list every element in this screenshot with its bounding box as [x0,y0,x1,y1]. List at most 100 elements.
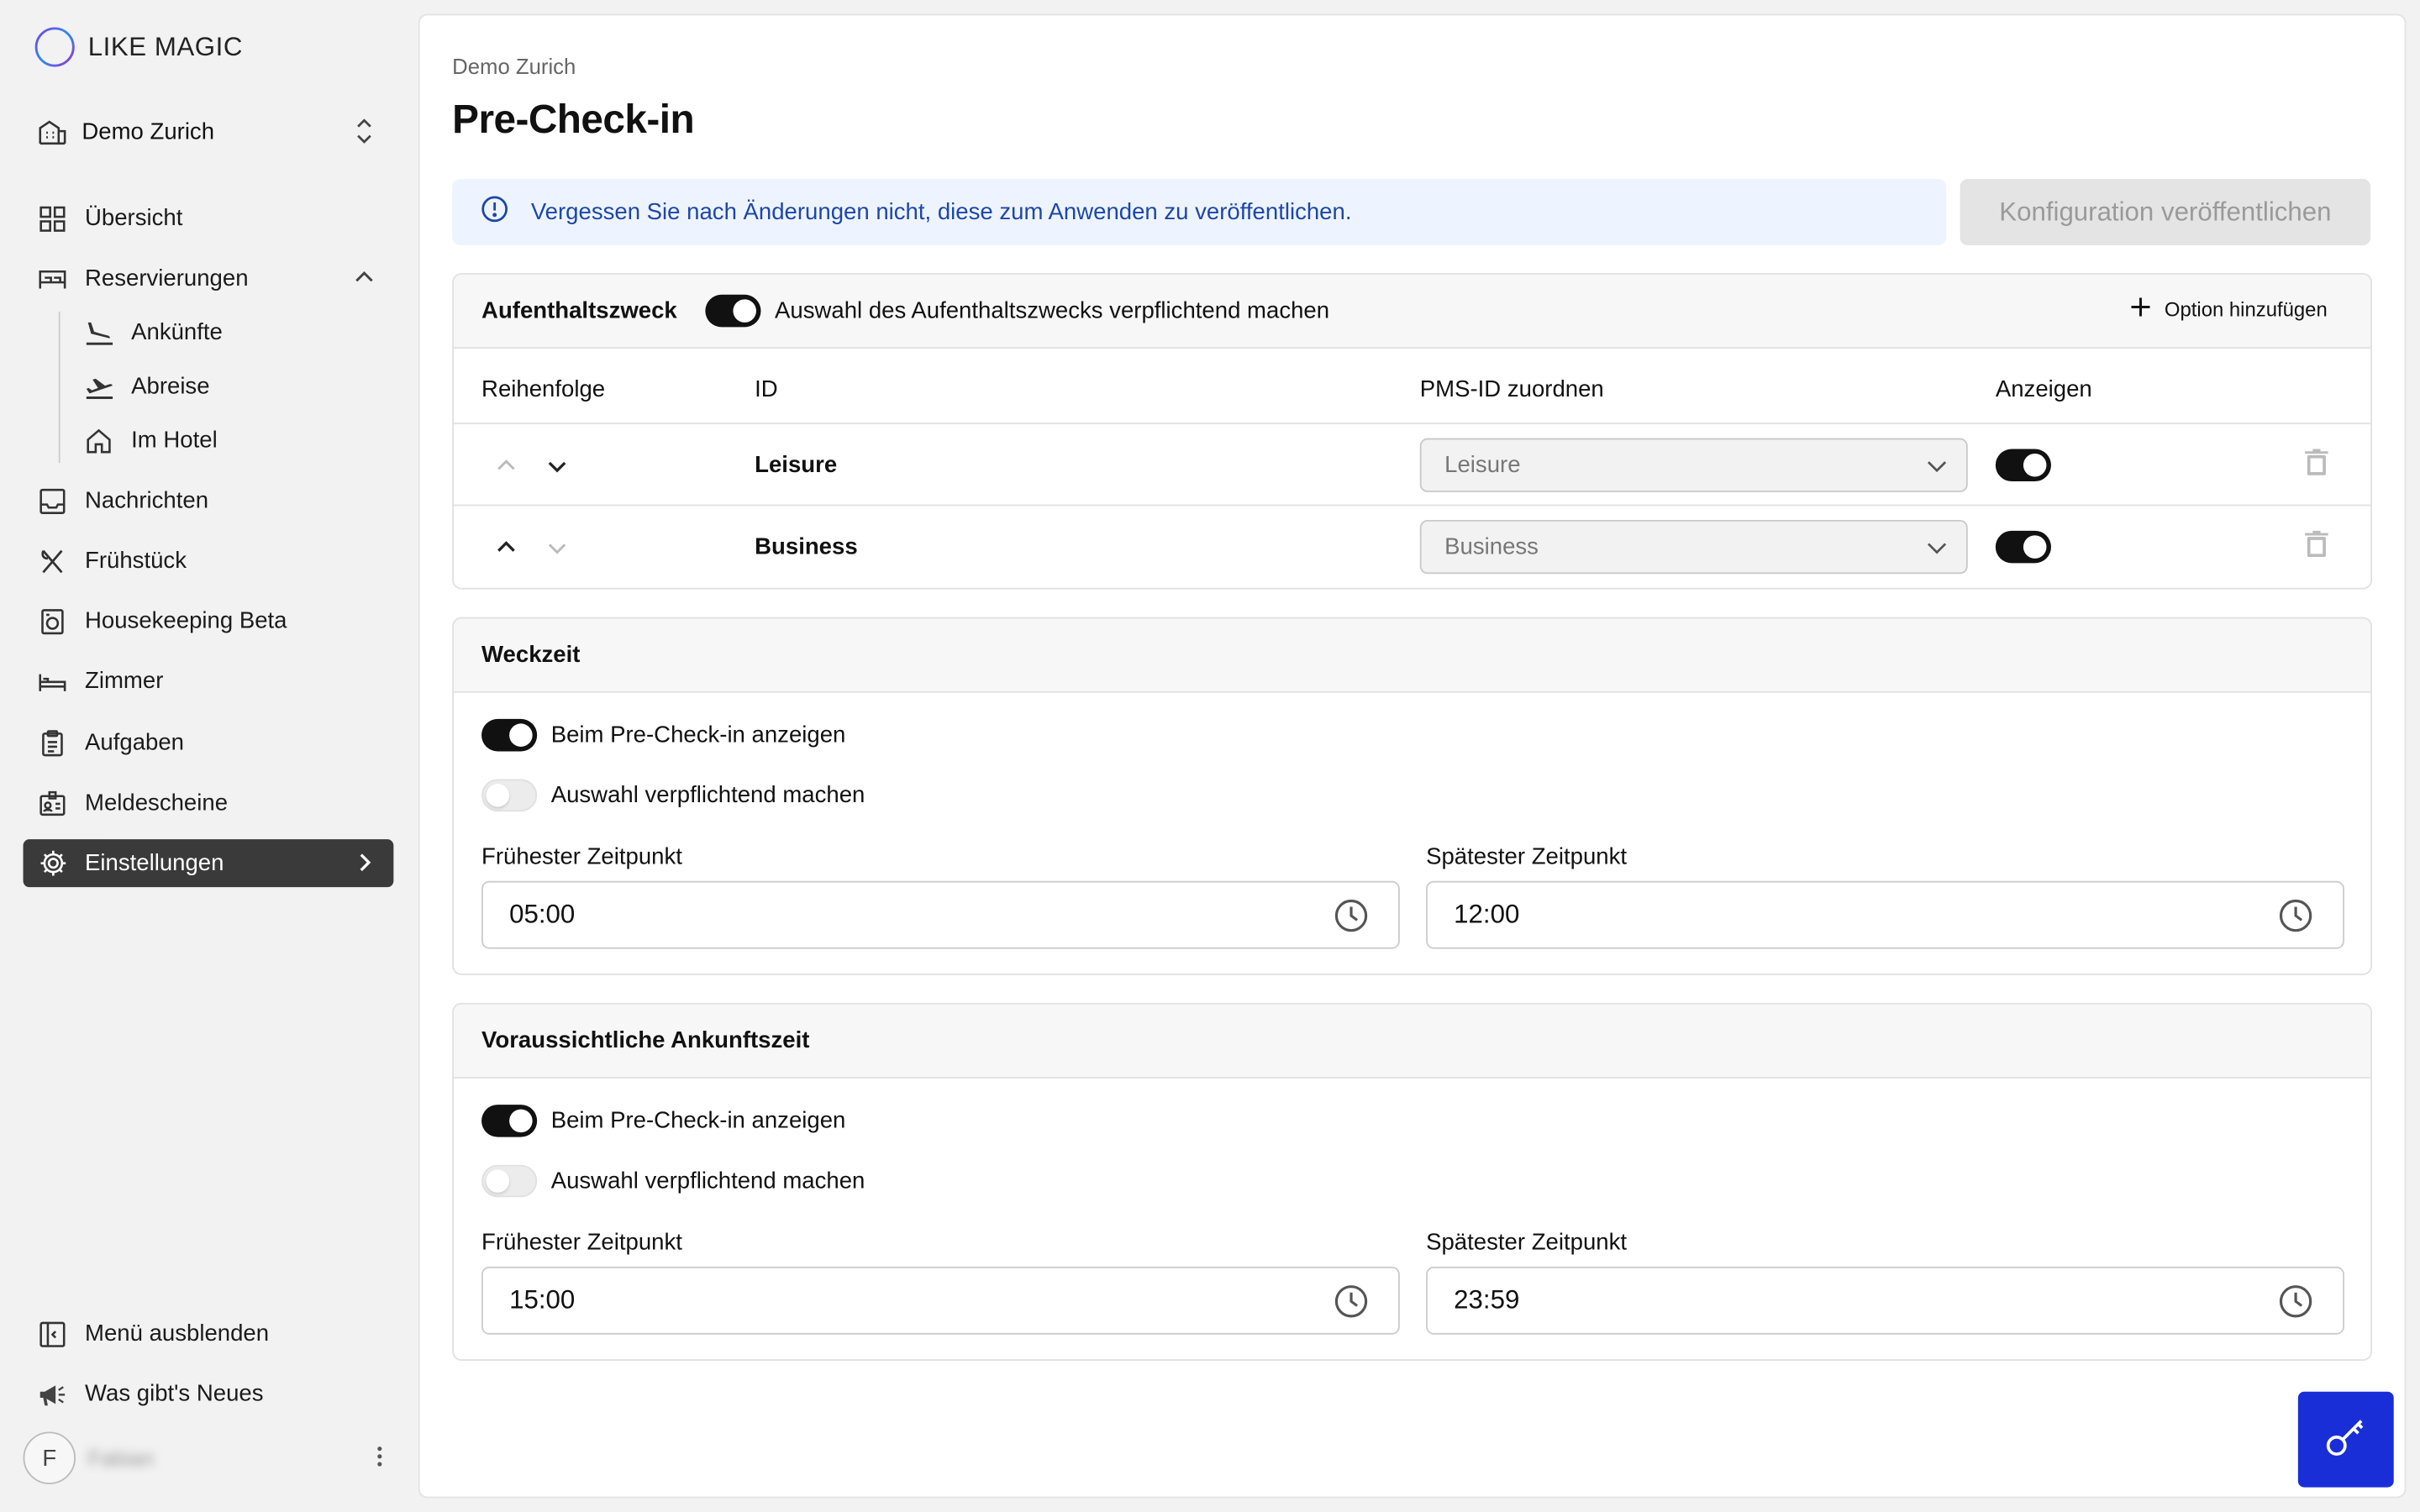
arrival-title: Voraussichtliche Ankunftszeit [481,1027,810,1054]
pms-id-select[interactable]: Leisure [1419,438,1968,492]
user-menu[interactable]: F Fabian [23,1431,394,1486]
purpose-title: Aufenthaltszweck [481,297,677,324]
clock-icon[interactable] [2278,898,2313,941]
app-root: LIKE MAGIC Demo Zurich Übersicht Reservi… [0,0,2420,1512]
table-row: Leisure Leisure [453,424,2371,507]
sidebar-item-in-hotel[interactable]: Im Hotel [70,417,394,465]
chevron-up-icon [354,267,376,295]
sidebar-item-label: Einstellungen [85,850,224,877]
arrival-latest-input[interactable]: 23:59 [1426,1266,2344,1335]
gear-icon [37,848,68,879]
arrival-card-header: Voraussichtliche Ankunftszeit [453,1004,2371,1079]
wake-title: Weckzeit [481,642,581,669]
trash-icon[interactable] [2304,448,2328,486]
bed-icon [37,263,68,294]
sidebar-collapse-icon [37,1318,68,1349]
wake-show-row: Beim Pre-Check-in anzeigen [481,718,845,752]
notice-text: Vergessen Sie nach Änderungen nicht, die… [530,198,1352,226]
purpose-mandatory-toggle[interactable] [705,294,761,328]
inbox-icon [37,486,68,517]
sidebar-item-hide-menu[interactable]: Menü ausblenden [24,1310,394,1357]
col-show: Anzeigen [1995,376,2092,403]
col-order: Reihenfolge [481,376,606,403]
purpose-card: Aufenthaltszweck Auswahl des Aufenthalts… [452,273,2373,590]
sidebar-item-housekeeping[interactable]: Housekeeping Beta [24,597,394,645]
kebab-icon[interactable] [375,1444,384,1477]
sidebar-item-label: Abreise [131,373,210,400]
chevron-down-icon [548,543,566,554]
clock-icon[interactable] [2278,1284,2313,1326]
sidebar-item-arrivals[interactable]: Ankünfte [70,308,394,356]
breadcrumb[interactable]: Demo Zurich [452,54,576,78]
key-action-button[interactable] [2297,1391,2394,1488]
wake-show-toggle[interactable] [481,718,538,752]
move-up-button[interactable] [491,533,522,564]
show-toggle[interactable] [1995,530,2051,564]
publish-config-button[interactable]: Konfiguration veröffentlichen [1960,179,2371,246]
hotel-switcher-label: Demo Zurich [82,118,215,144]
pms-id-select[interactable]: Business [1419,519,1968,575]
add-option-button[interactable]: Option hinzufügen [2131,297,2328,323]
sidebar-item-label: Menü ausblenden [85,1320,270,1347]
washer-icon [37,606,68,637]
row-id: Business [755,533,858,560]
arrival-mandatory-row: Auswahl verpflichtend machen [481,1164,865,1198]
clipboard-icon [37,727,68,759]
chevron-up-icon [497,459,515,470]
arrival-show-toggle[interactable] [481,1105,538,1137]
move-down-button[interactable] [542,533,573,564]
publish-notice: Vergessen Sie nach Änderungen nicht, die… [452,179,1947,246]
arrival-earliest-input[interactable]: 15:00 [481,1266,1400,1335]
sidebar-item-messages[interactable]: Nachrichten [24,477,394,525]
hotel-switcher[interactable]: Demo Zurich [24,108,394,155]
brand-name: LIKE MAGIC [87,31,243,61]
col-id: ID [755,376,778,403]
key-icon [2323,1412,2369,1466]
pms-id-value: Business [1444,533,1539,560]
clock-icon[interactable] [1334,1284,1369,1326]
time-value: 15:00 [509,1284,576,1315]
bed-side-icon [37,666,68,697]
sidebar-item-overview[interactable]: Übersicht [24,194,394,242]
time-value: 23:59 [1454,1284,1520,1315]
sidebar-item-registration-forms[interactable]: Meldescheine [24,780,394,827]
sidebar-item-departures[interactable]: Abreise [70,363,394,411]
wake-card-header: Weckzeit [453,618,2371,693]
chevron-down-icon [548,461,566,473]
move-up-button[interactable] [491,450,522,481]
sidebar-item-whats-new[interactable]: Was gibt's Neues [24,1370,394,1418]
pms-id-value: Leisure [1444,452,1521,479]
main-panel: Demo Zurich Pre-Check-in Vergessen Sie n… [418,13,2407,1499]
sidebar-item-breakfast[interactable]: Frühstück [24,537,394,585]
wake-latest-input[interactable]: 12:00 [1426,880,2344,949]
chevron-up-icon [497,541,515,552]
arrival-earliest-label: Frühester Zeitpunkt [481,1229,682,1257]
info-icon [480,194,509,229]
move-down-button[interactable] [542,450,573,481]
plane-takeoff-icon [83,371,114,402]
wake-earliest-input[interactable]: 05:00 [481,880,1400,949]
sidebar-item-rooms[interactable]: Zimmer [24,657,394,705]
purpose-card-header: Aufenthaltszweck Auswahl des Aufenthalts… [453,274,2371,349]
chevron-right-icon [354,852,376,879]
user-name: Fabian [87,1445,155,1471]
trash-icon[interactable] [2304,529,2328,568]
grid-icon [37,203,68,234]
sidebar-item-label: Meldescheine [85,790,229,816]
plane-landing-icon [83,317,114,348]
sidebar-item-settings[interactable]: Einstellungen [23,839,394,888]
sidebar-item-tasks[interactable]: Aufgaben [24,719,394,767]
wake-mandatory-toggle[interactable] [481,779,538,812]
arrival-time-card: Voraussichtliche Ankunftszeit Beim Pre-C… [452,1002,2373,1361]
show-toggle[interactable] [1995,449,2051,482]
sidebar-item-label: Frühstück [85,548,187,575]
arrival-mandatory-toggle[interactable] [481,1164,538,1198]
time-value: 12:00 [1454,899,1520,929]
clock-icon[interactable] [1334,898,1369,941]
sidebar-item-label: Nachrichten [85,487,209,514]
sidebar-item-reservations[interactable]: Reservierungen [24,255,394,302]
arrival-latest-label: Spätester Zeitpunkt [1426,1229,1628,1257]
sidebar-item-label: Übersicht [85,205,183,232]
brand[interactable]: LIKE MAGIC [34,26,243,68]
wake-mandatory-row: Auswahl verpflichtend machen [481,779,865,812]
